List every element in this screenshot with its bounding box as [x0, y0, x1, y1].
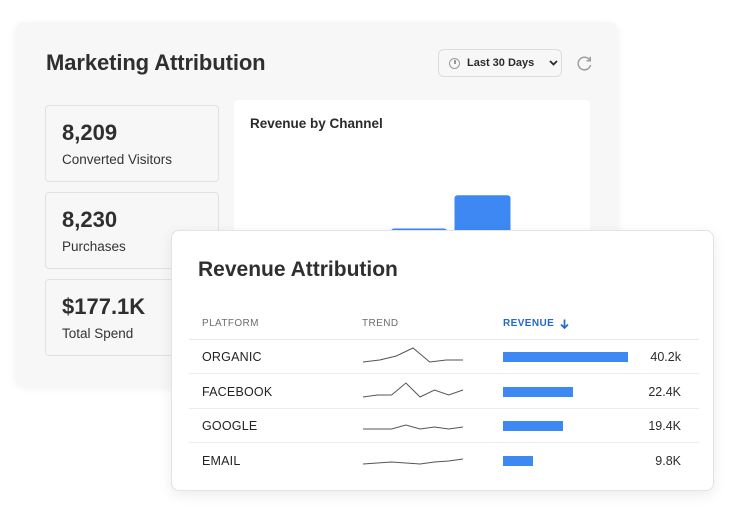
trend-sparkline: [362, 347, 463, 363]
platform-name: FACEBOOK: [202, 384, 273, 399]
revenue-value: 19.4K: [648, 419, 681, 433]
section-title: Revenue Attribution: [198, 258, 398, 281]
refresh-icon: [576, 56, 591, 71]
revenue-bar: [503, 455, 534, 466]
sparkline-path: [362, 458, 464, 465]
trend-sparkline: [362, 381, 464, 398]
trend-sparkline: [363, 424, 464, 430]
stat-label: Converted Visitors: [62, 152, 173, 167]
stat-card-converted-visitors: 8,209 Converted Visitors: [45, 105, 219, 182]
column-header-platform[interactable]: PLATFORM: [202, 318, 259, 329]
date-range-label: Last 30 Days: [467, 57, 535, 69]
platform-name: GOOGLE: [202, 419, 258, 433]
revenue-value: 40.2k: [650, 350, 681, 364]
revenue-bar: [503, 421, 564, 431]
table-row[interactable]: GOOGLE 19.4K: [189, 409, 699, 443]
revenue-attribution-card: Revenue Attribution PLATFORM TREND REVEN…: [171, 230, 714, 491]
platform-name: EMAIL: [202, 453, 241, 468]
table-row[interactable]: EMAIL 9.8K: [189, 444, 699, 478]
chevron-down-icon: [549, 58, 558, 69]
trend-sparkline: [362, 458, 464, 465]
revenue-value: 22.4K: [648, 384, 681, 399]
revenue-value: 9.8K: [655, 453, 681, 468]
revenue-bar: [503, 386, 573, 397]
platform-name: ORGANIC: [202, 350, 262, 364]
sparkline-path: [363, 424, 464, 430]
column-header-trend[interactable]: TREND: [362, 318, 398, 329]
refresh-button[interactable]: [574, 53, 594, 73]
sparkline-path: [362, 381, 464, 398]
stat-value: 8,209: [62, 120, 118, 145]
arrow-down-icon: [560, 319, 569, 329]
clock-icon: [449, 57, 460, 69]
table-row[interactable]: ORGANIC 40.2k: [189, 340, 699, 374]
revenue-bar: [503, 352, 628, 362]
table-row[interactable]: FACEBOOK 22.4K: [189, 375, 699, 409]
column-header-revenue-label: REVENUE: [503, 318, 555, 329]
column-header-revenue[interactable]: REVENUE: [503, 318, 569, 329]
sparkline-path: [362, 347, 463, 363]
date-range-dropdown[interactable]: Last 30 Days: [438, 49, 562, 77]
page-title: Marketing Attribution: [46, 50, 266, 75]
